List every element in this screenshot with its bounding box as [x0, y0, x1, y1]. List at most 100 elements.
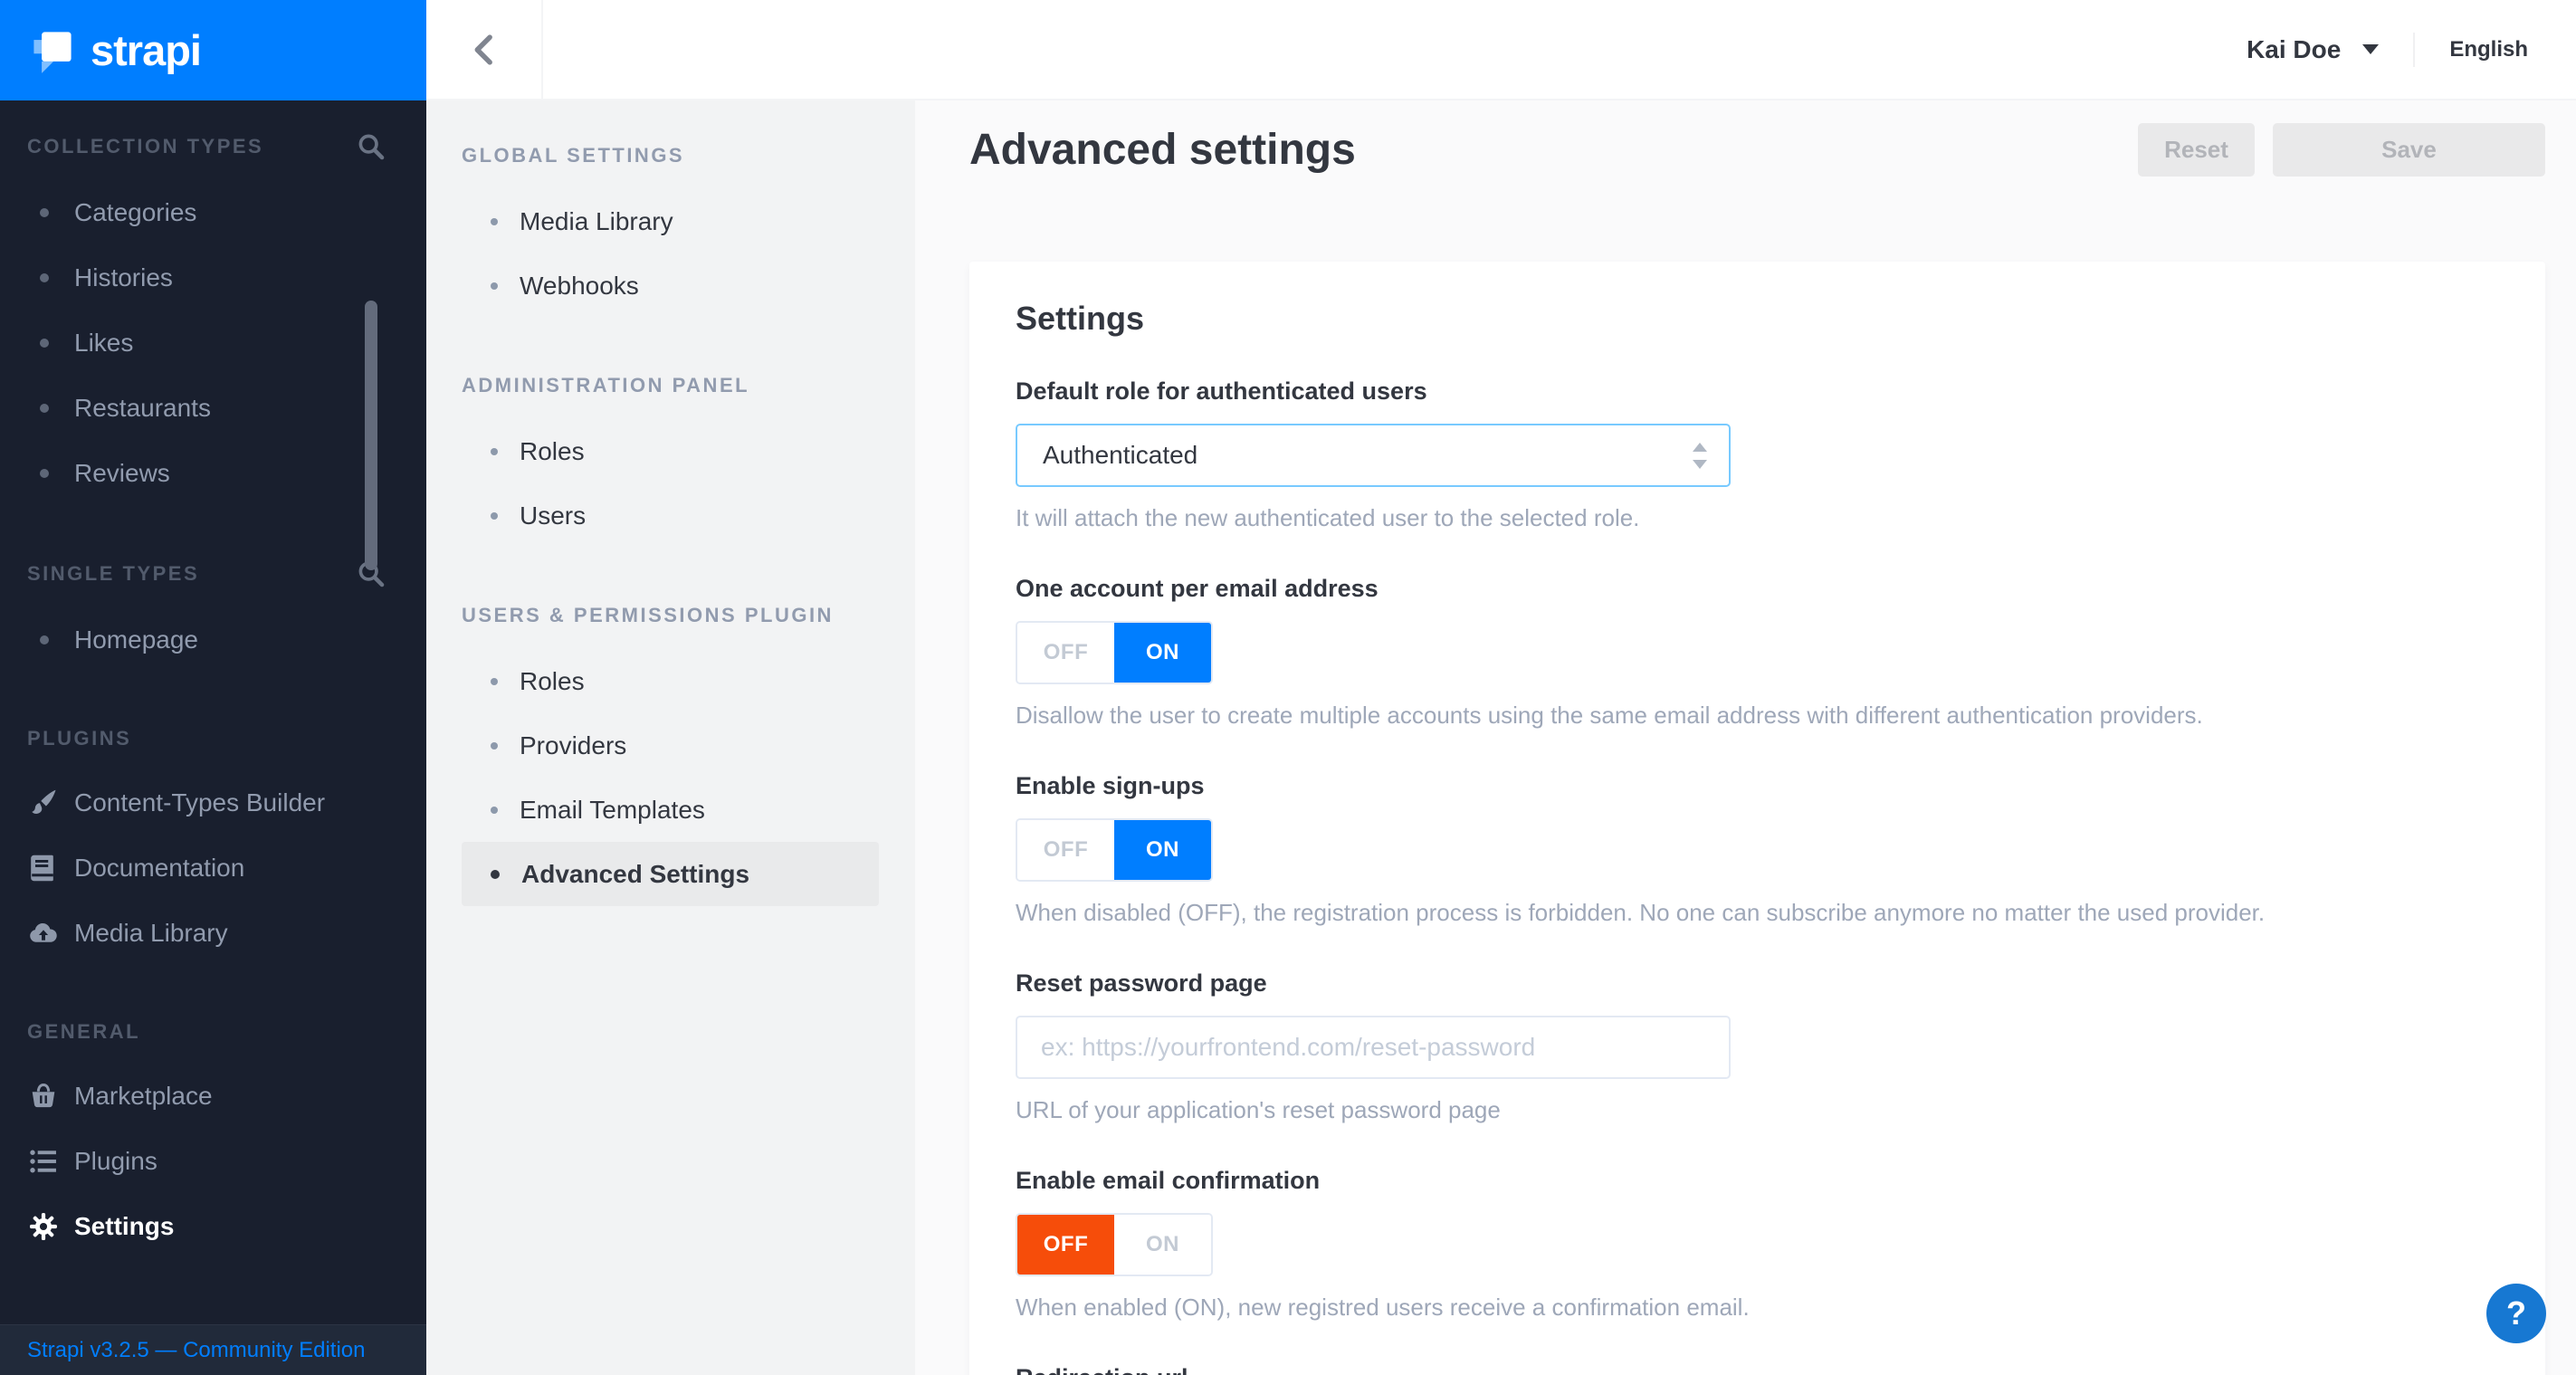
- page-title: Advanced settings: [969, 125, 1356, 174]
- list-icon: [30, 1150, 56, 1173]
- bullet-icon: [40, 635, 49, 645]
- one-account-toggle: OFF ON: [1016, 621, 1213, 684]
- sidebar-item-categories[interactable]: Categories: [27, 180, 426, 245]
- sidebar-nav: COLLECTION TYPES Categories Histories Li…: [0, 100, 426, 1259]
- section-title: GLOBAL SETTINGS: [462, 144, 685, 167]
- toggle-on-option[interactable]: ON: [1114, 1215, 1211, 1275]
- field-helper: It will attach the new authenticated use…: [1016, 504, 1640, 531]
- chevron-left-icon: [474, 33, 492, 65]
- subnav-item-media-library[interactable]: Media Library: [462, 189, 879, 253]
- subnav-item-admin-users[interactable]: Users: [462, 483, 879, 548]
- version-link[interactable]: Strapi v3.2.5 — Community Edition: [27, 1338, 366, 1363]
- signups-toggle: OFF ON: [1016, 818, 1213, 882]
- section-single-types: SINGLE TYPES Homepage: [27, 559, 426, 673]
- bullet-icon: [491, 741, 498, 750]
- field-label: Default role for authenticated users: [1016, 377, 1427, 405]
- main-sidebar: strapi COLLECTION TYPES Categories Histo…: [0, 0, 426, 1375]
- sidebar-item-histories[interactable]: Histories: [27, 245, 426, 310]
- strapi-logo-icon: [33, 31, 72, 73]
- toggle-on-option[interactable]: ON: [1114, 623, 1211, 683]
- section-title: COLLECTION TYPES: [27, 135, 264, 158]
- subnav-item-up-roles[interactable]: Roles: [462, 649, 879, 713]
- section-title: ADMINISTRATION PANEL: [462, 374, 750, 396]
- language-selector[interactable]: English: [2449, 37, 2528, 62]
- reset-button[interactable]: Reset: [2138, 122, 2255, 177]
- back-button[interactable]: [426, 0, 543, 100]
- paintbrush-icon: [32, 789, 56, 815]
- bullet-icon: [40, 469, 49, 478]
- sidebar-scrollbar[interactable]: [365, 301, 377, 570]
- field-email-confirmation: Enable email confirmation OFF ON When en…: [1016, 1167, 2545, 1321]
- user-menu[interactable]: Kai Doe: [2247, 34, 2380, 64]
- sidebar-item-homepage[interactable]: Homepage: [27, 607, 426, 673]
- field-label: Enable email confirmation: [1016, 1167, 1321, 1194]
- field-reset-password-page: Reset password page URL of your applicat…: [1016, 969, 2545, 1123]
- subnav-item-email-templates[interactable]: Email Templates: [462, 778, 879, 842]
- bullet-icon: [491, 677, 498, 685]
- field-helper: When enabled (ON), new registred users r…: [1016, 1294, 1750, 1321]
- sidebar-item-plugins[interactable]: Plugins: [27, 1129, 426, 1194]
- section-title: PLUGINS: [27, 727, 132, 750]
- field-label: Redirection url: [1016, 1364, 2545, 1375]
- sidebar-footer: Strapi v3.2.5 — Community Edition: [0, 1324, 426, 1375]
- section-global-settings: GLOBAL SETTINGS Media Library Webhooks: [462, 142, 915, 318]
- sidebar-item-marketplace[interactable]: Marketplace: [27, 1064, 426, 1129]
- topbar: Kai Doe English: [543, 0, 2576, 100]
- book-icon: [31, 855, 53, 882]
- settings-card: Settings Default role for authenticated …: [969, 262, 2545, 1375]
- field-helper: When disabled (OFF), the registration pr…: [1016, 899, 2266, 926]
- field-enable-signups: Enable sign-ups OFF ON When disabled (OF…: [1016, 772, 2545, 926]
- bullet-icon: [491, 447, 498, 455]
- default-role-select[interactable]: Authenticated: [1016, 424, 1731, 487]
- basket-icon: [32, 1084, 55, 1108]
- toggle-off-option[interactable]: OFF: [1017, 820, 1114, 880]
- bullet-icon: [40, 273, 49, 282]
- bullet-icon: [491, 869, 500, 879]
- field-redirection-url: Redirection url: [1016, 1364, 2545, 1375]
- subnav-item-webhooks[interactable]: Webhooks: [462, 253, 879, 318]
- toggle-off-option[interactable]: OFF: [1017, 623, 1114, 683]
- subnav-item-advanced-settings[interactable]: Advanced Settings: [462, 842, 879, 906]
- bullet-icon: [491, 806, 498, 814]
- bullet-icon: [491, 217, 498, 225]
- section-users-permissions-plugin: USERS & PERMISSIONS PLUGIN Roles Provide…: [462, 602, 915, 906]
- field-default-role: Default role for authenticated users Aut…: [1016, 377, 2545, 531]
- cloud-upload-icon: [30, 922, 57, 942]
- sidebar-item-documentation[interactable]: Documentation: [27, 836, 426, 901]
- toggle-on-option[interactable]: ON: [1114, 820, 1211, 880]
- sidebar-item-media-library[interactable]: Media Library: [27, 901, 426, 966]
- field-label: Reset password page: [1016, 969, 1267, 997]
- select-arrows-icon: [1671, 425, 1729, 485]
- bullet-icon: [491, 511, 498, 520]
- topbar-divider: [2413, 32, 2416, 67]
- email-confirmation-toggle: OFF ON: [1016, 1213, 1213, 1276]
- section-plugins: PLUGINS Content-Types Builder Documentat…: [27, 725, 426, 966]
- bullet-icon: [40, 404, 49, 413]
- help-button[interactable]: ?: [2486, 1284, 2546, 1343]
- bullet-icon: [40, 339, 49, 348]
- field-helper: Disallow the user to create multiple acc…: [1016, 702, 2203, 729]
- search-icon[interactable]: [356, 131, 386, 162]
- field-helper: URL of your application's reset password…: [1016, 1096, 1501, 1123]
- section-general: GENERAL Marketplace Plugins Settings: [27, 1018, 426, 1259]
- subnav-item-providers[interactable]: Providers: [462, 713, 879, 778]
- strapi-logo[interactable]: strapi: [0, 0, 426, 100]
- card-heading: Settings: [1016, 300, 1145, 337]
- subnav-item-admin-roles[interactable]: Roles: [462, 419, 879, 483]
- section-title: USERS & PERMISSIONS PLUGIN: [462, 604, 834, 626]
- bullet-icon: [491, 282, 498, 290]
- field-label: Enable sign-ups: [1016, 772, 1205, 799]
- section-administration-panel: ADMINISTRATION PANEL Roles Users: [462, 372, 915, 548]
- brand-wordmark: strapi: [91, 26, 202, 74]
- sidebar-item-settings[interactable]: Settings: [27, 1194, 426, 1259]
- page-header: Advanced settings Reset Save: [969, 122, 2545, 177]
- user-name: Kai Doe: [2247, 34, 2342, 63]
- field-one-account: One account per email address OFF ON Dis…: [1016, 575, 2545, 729]
- reset-password-input[interactable]: [1016, 1016, 1731, 1079]
- section-title: SINGLE TYPES: [27, 562, 200, 585]
- main-content: Advanced settings Reset Save Settings De…: [915, 100, 2576, 1375]
- header-actions: Reset Save: [2138, 122, 2545, 177]
- toggle-off-option[interactable]: OFF: [1017, 1215, 1114, 1275]
- save-button[interactable]: Save: [2273, 122, 2545, 177]
- sidebar-item-content-types-builder[interactable]: Content-Types Builder: [27, 770, 426, 836]
